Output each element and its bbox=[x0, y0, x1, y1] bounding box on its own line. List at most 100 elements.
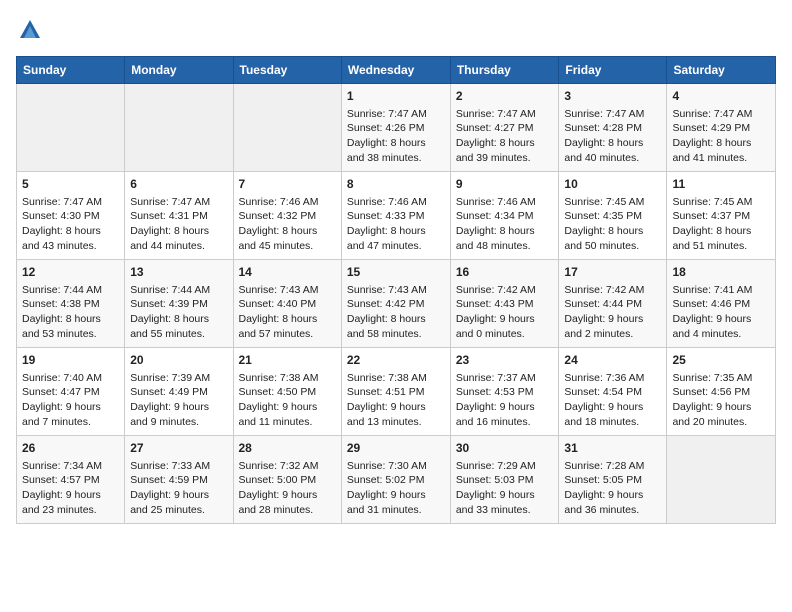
calendar-header-row: SundayMondayTuesdayWednesdayThursdayFrid… bbox=[17, 57, 776, 84]
day-number: 31 bbox=[564, 440, 661, 457]
calendar-cell: 7 Sunrise: 7:46 AMSunset: 4:32 PMDaylight… bbox=[233, 172, 341, 260]
calendar-cell: 12 Sunrise: 7:44 AMSunset: 4:38 PMDayligh… bbox=[17, 260, 125, 348]
calendar-cell: 28 Sunrise: 7:32 AMSunset: 5:00 PMDayligh… bbox=[233, 436, 341, 524]
day-number: 3 bbox=[564, 88, 661, 105]
day-number: 24 bbox=[564, 352, 661, 369]
calendar-cell: 27 Sunrise: 7:33 AMSunset: 4:59 PMDayligh… bbox=[125, 436, 233, 524]
day-number: 26 bbox=[22, 440, 119, 457]
calendar-cell: 24 Sunrise: 7:36 AMSunset: 4:54 PMDayligh… bbox=[559, 348, 667, 436]
calendar-cell bbox=[233, 84, 341, 172]
calendar-cell: 21 Sunrise: 7:38 AMSunset: 4:50 PMDayligh… bbox=[233, 348, 341, 436]
day-number: 25 bbox=[672, 352, 770, 369]
day-info: Sunrise: 7:28 AMSunset: 5:05 PMDaylight:… bbox=[564, 459, 661, 518]
day-info: Sunrise: 7:45 AMSunset: 4:37 PMDaylight:… bbox=[672, 195, 770, 254]
calendar-cell: 8 Sunrise: 7:46 AMSunset: 4:33 PMDaylight… bbox=[341, 172, 450, 260]
day-info: Sunrise: 7:37 AMSunset: 4:53 PMDaylight:… bbox=[456, 371, 554, 430]
day-number: 30 bbox=[456, 440, 554, 457]
day-header-tuesday: Tuesday bbox=[233, 57, 341, 84]
week-row-4: 19 Sunrise: 7:40 AMSunset: 4:47 PMDayligh… bbox=[17, 348, 776, 436]
day-info: Sunrise: 7:47 AMSunset: 4:29 PMDaylight:… bbox=[672, 107, 770, 166]
day-number: 18 bbox=[672, 264, 770, 281]
day-info: Sunrise: 7:36 AMSunset: 4:54 PMDaylight:… bbox=[564, 371, 661, 430]
day-info: Sunrise: 7:43 AMSunset: 4:40 PMDaylight:… bbox=[239, 283, 336, 342]
calendar-cell: 1Sunrise: 7:47 AMSunset: 4:26 PMDaylight… bbox=[341, 84, 450, 172]
day-number: 22 bbox=[347, 352, 445, 369]
day-number: 1 bbox=[347, 88, 445, 105]
day-info: Sunrise: 7:35 AMSunset: 4:56 PMDaylight:… bbox=[672, 371, 770, 430]
day-info: Sunrise: 7:41 AMSunset: 4:46 PMDaylight:… bbox=[672, 283, 770, 342]
calendar-cell bbox=[125, 84, 233, 172]
day-info: Sunrise: 7:38 AMSunset: 4:50 PMDaylight:… bbox=[239, 371, 336, 430]
calendar-cell: 23 Sunrise: 7:37 AMSunset: 4:53 PMDayligh… bbox=[450, 348, 559, 436]
day-info: Sunrise: 7:29 AMSunset: 5:03 PMDaylight:… bbox=[456, 459, 554, 518]
day-info: Sunrise: 7:47 AMSunset: 4:28 PMDaylight:… bbox=[564, 107, 661, 166]
calendar-cell: 17 Sunrise: 7:42 AMSunset: 4:44 PMDayligh… bbox=[559, 260, 667, 348]
calendar-table: SundayMondayTuesdayWednesdayThursdayFrid… bbox=[16, 56, 776, 524]
day-number: 27 bbox=[130, 440, 227, 457]
week-row-5: 26 Sunrise: 7:34 AMSunset: 4:57 PMDayligh… bbox=[17, 436, 776, 524]
day-number: 7 bbox=[239, 176, 336, 193]
day-info: Sunrise: 7:38 AMSunset: 4:51 PMDaylight:… bbox=[347, 371, 445, 430]
day-number: 5 bbox=[22, 176, 119, 193]
day-number: 23 bbox=[456, 352, 554, 369]
week-row-3: 12 Sunrise: 7:44 AMSunset: 4:38 PMDayligh… bbox=[17, 260, 776, 348]
day-info: Sunrise: 7:40 AMSunset: 4:47 PMDaylight:… bbox=[22, 371, 119, 430]
day-header-saturday: Saturday bbox=[667, 57, 776, 84]
day-number: 4 bbox=[672, 88, 770, 105]
calendar-cell: 13Sunrise: 7:44 AMSunset: 4:39 PMDayligh… bbox=[125, 260, 233, 348]
day-info: Sunrise: 7:34 AMSunset: 4:57 PMDaylight:… bbox=[22, 459, 119, 518]
day-info: Sunrise: 7:30 AMSunset: 5:02 PMDaylight:… bbox=[347, 459, 445, 518]
logo bbox=[16, 16, 48, 44]
day-header-friday: Friday bbox=[559, 57, 667, 84]
day-number: 21 bbox=[239, 352, 336, 369]
calendar-cell bbox=[17, 84, 125, 172]
calendar-cell: 25 Sunrise: 7:35 AMSunset: 4:56 PMDayligh… bbox=[667, 348, 776, 436]
calendar-cell bbox=[667, 436, 776, 524]
day-number: 15 bbox=[347, 264, 445, 281]
day-info: Sunrise: 7:33 AMSunset: 4:59 PMDaylight:… bbox=[130, 459, 227, 518]
day-number: 11 bbox=[672, 176, 770, 193]
week-row-1: 1Sunrise: 7:47 AMSunset: 4:26 PMDaylight… bbox=[17, 84, 776, 172]
day-header-thursday: Thursday bbox=[450, 57, 559, 84]
calendar-cell: 26 Sunrise: 7:34 AMSunset: 4:57 PMDayligh… bbox=[17, 436, 125, 524]
calendar-cell: 2 Sunrise: 7:47 AMSunset: 4:27 PMDaylight… bbox=[450, 84, 559, 172]
day-info: Sunrise: 7:46 AMSunset: 4:32 PMDaylight:… bbox=[239, 195, 336, 254]
calendar-cell: 18 Sunrise: 7:41 AMSunset: 4:46 PMDayligh… bbox=[667, 260, 776, 348]
day-info: Sunrise: 7:47 AMSunset: 4:30 PMDaylight:… bbox=[22, 195, 119, 254]
day-number: 29 bbox=[347, 440, 445, 457]
day-number: 2 bbox=[456, 88, 554, 105]
day-number: 10 bbox=[564, 176, 661, 193]
calendar-cell: 22 Sunrise: 7:38 AMSunset: 4:51 PMDayligh… bbox=[341, 348, 450, 436]
week-row-2: 5 Sunrise: 7:47 AMSunset: 4:30 PMDaylight… bbox=[17, 172, 776, 260]
day-number: 28 bbox=[239, 440, 336, 457]
day-number: 17 bbox=[564, 264, 661, 281]
calendar-cell: 10 Sunrise: 7:45 AMSunset: 4:35 PMDayligh… bbox=[559, 172, 667, 260]
day-header-wednesday: Wednesday bbox=[341, 57, 450, 84]
calendar-cell: 4 Sunrise: 7:47 AMSunset: 4:29 PMDaylight… bbox=[667, 84, 776, 172]
day-info: Sunrise: 7:44 AMSunset: 4:39 PMDaylight:… bbox=[130, 283, 227, 342]
calendar-cell: 14 Sunrise: 7:43 AMSunset: 4:40 PMDayligh… bbox=[233, 260, 341, 348]
day-info: Sunrise: 7:44 AMSunset: 4:38 PMDaylight:… bbox=[22, 283, 119, 342]
day-number: 8 bbox=[347, 176, 445, 193]
day-info: Sunrise: 7:47 AMSunset: 4:31 PMDaylight:… bbox=[130, 195, 227, 254]
calendar-cell: 3 Sunrise: 7:47 AMSunset: 4:28 PMDaylight… bbox=[559, 84, 667, 172]
calendar-cell: 31 Sunrise: 7:28 AMSunset: 5:05 PMDayligh… bbox=[559, 436, 667, 524]
day-info: Sunrise: 7:39 AMSunset: 4:49 PMDaylight:… bbox=[130, 371, 227, 430]
calendar-cell: 19 Sunrise: 7:40 AMSunset: 4:47 PMDayligh… bbox=[17, 348, 125, 436]
day-info: Sunrise: 7:46 AMSunset: 4:34 PMDaylight:… bbox=[456, 195, 554, 254]
day-number: 12 bbox=[22, 264, 119, 281]
calendar-cell: 9Sunrise: 7:46 AMSunset: 4:34 PMDaylight… bbox=[450, 172, 559, 260]
calendar-cell: 30 Sunrise: 7:29 AMSunset: 5:03 PMDayligh… bbox=[450, 436, 559, 524]
day-info: Sunrise: 7:46 AMSunset: 4:33 PMDaylight:… bbox=[347, 195, 445, 254]
day-info: Sunrise: 7:42 AMSunset: 4:44 PMDaylight:… bbox=[564, 283, 661, 342]
day-number: 19 bbox=[22, 352, 119, 369]
calendar-cell: 6Sunrise: 7:47 AMSunset: 4:31 PMDaylight… bbox=[125, 172, 233, 260]
day-info: Sunrise: 7:45 AMSunset: 4:35 PMDaylight:… bbox=[564, 195, 661, 254]
day-header-sunday: Sunday bbox=[17, 57, 125, 84]
day-info: Sunrise: 7:47 AMSunset: 4:27 PMDaylight:… bbox=[456, 107, 554, 166]
logo-icon bbox=[16, 16, 44, 44]
calendar-cell: 16Sunrise: 7:42 AMSunset: 4:43 PMDayligh… bbox=[450, 260, 559, 348]
day-info: Sunrise: 7:32 AMSunset: 5:00 PMDaylight:… bbox=[239, 459, 336, 518]
day-number: 14 bbox=[239, 264, 336, 281]
calendar-cell: 5 Sunrise: 7:47 AMSunset: 4:30 PMDaylight… bbox=[17, 172, 125, 260]
